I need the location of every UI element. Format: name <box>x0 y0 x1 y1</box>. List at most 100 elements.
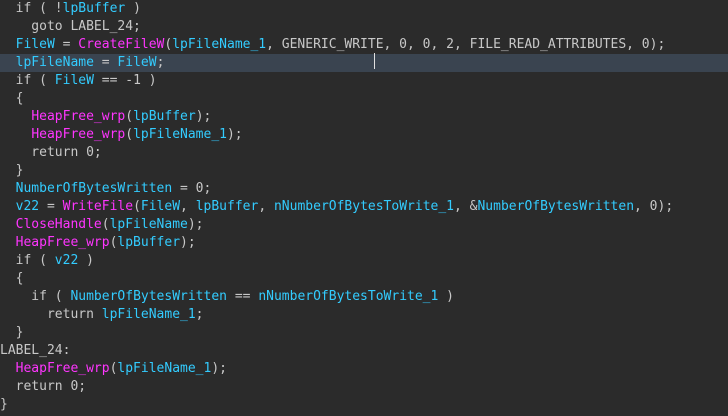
code-text: ( <box>125 127 134 142</box>
identifier-token: lpFileName_1 <box>172 37 267 52</box>
code-text: return <box>0 307 102 322</box>
code-line[interactable]: CloseHandle(lpFileName); <box>0 216 728 234</box>
function-token: CreateFileW <box>78 37 165 52</box>
code-text: if ( <box>0 73 55 88</box>
code-text: ); <box>211 361 227 376</box>
code-line[interactable]: { <box>0 270 728 288</box>
identifier-token: v22 <box>15 199 40 214</box>
identifier-token: lpBuffer <box>62 1 126 16</box>
code-text: if ( <box>0 253 55 268</box>
code-line[interactable]: HeapFree_wrp(lpFileName_1); <box>0 126 728 144</box>
function-token: HeapFree_wrp <box>31 127 126 142</box>
code-text: return 0; <box>0 379 87 394</box>
code-text: ) <box>125 1 141 16</box>
code-text: ); <box>180 235 196 250</box>
code-text: } <box>0 163 24 178</box>
code-text: } <box>0 325 24 340</box>
code-line[interactable]: if ( v22 ) <box>0 252 728 270</box>
identifier-token: NumberOfBytesWritten <box>15 181 173 196</box>
function-token: HeapFree_wrp <box>15 361 110 376</box>
code-text: , & <box>454 199 478 214</box>
identifier-token: lpFileName <box>109 217 188 232</box>
identifier-token: NumberOfBytesWritten <box>70 289 227 304</box>
identifier-token: FileW <box>15 37 55 52</box>
identifier-token: lpFileName <box>15 55 94 70</box>
code-editor[interactable]: if ( !lpBuffer ) goto LABEL_24; FileW = … <box>0 0 728 416</box>
code-line[interactable]: if ( !lpBuffer ) <box>0 0 728 18</box>
identifier-token: nNumberOfBytesToWrite_1 <box>258 289 439 304</box>
code-text: ) <box>78 253 94 268</box>
code-text: = <box>93 55 118 70</box>
code-text: ( <box>133 199 141 214</box>
code-text: ); <box>187 217 204 232</box>
code-text: , GENERIC_WRITE, 0, 0, 2, FILE_READ_ATTR… <box>266 37 666 52</box>
identifier-token: nNumberOfBytesToWrite_1 <box>273 199 454 214</box>
identifier-token: lpFileName_1 <box>101 307 196 322</box>
code-text: if ( ! <box>0 1 63 16</box>
code-text: , <box>180 199 196 214</box>
code-line[interactable]: LABEL_24: <box>0 342 728 360</box>
code-text: , 0); <box>634 199 674 214</box>
code-line[interactable]: FileW = CreateFileW(lpFileName_1, GENERI… <box>0 36 728 54</box>
code-text: ) <box>438 289 454 304</box>
identifier-token: lpBuffer <box>195 199 259 214</box>
code-line[interactable]: lpFileName = FileW; <box>0 54 728 72</box>
code-text: == <box>227 289 259 304</box>
identifier-token: FileW <box>54 73 94 88</box>
code-line[interactable]: } <box>0 162 728 180</box>
code-text: ( <box>101 217 110 232</box>
function-token: HeapFree_wrp <box>31 109 126 124</box>
code-line[interactable]: { <box>0 90 728 108</box>
code-line[interactable]: goto LABEL_24; <box>0 18 728 36</box>
code-line[interactable]: v22 = WriteFile(FileW, lpBuffer, nNumber… <box>0 198 728 216</box>
code-line[interactable]: HeapFree_wrp(lpFileName_1); <box>0 360 728 378</box>
code-line[interactable]: } <box>0 396 728 414</box>
identifier-token: lpBuffer <box>133 109 196 124</box>
code-line[interactable]: if ( FileW == -1 ) <box>0 72 728 90</box>
code-text: ( <box>125 109 134 124</box>
code-text: = <box>54 37 79 52</box>
code-line[interactable]: NumberOfBytesWritten = 0; <box>0 180 728 198</box>
code-line[interactable]: if ( NumberOfBytesWritten == nNumberOfBy… <box>0 288 728 306</box>
code-text: = 0; <box>172 181 212 196</box>
identifier-token: lpFileName_1 <box>117 361 212 376</box>
code-text: { <box>0 271 24 286</box>
code-line[interactable]: HeapFree_wrp(lpBuffer); <box>0 234 728 252</box>
identifier-token: FileW <box>140 199 181 214</box>
code-text: ; <box>156 55 165 70</box>
code-text: if ( <box>0 289 71 304</box>
function-token: HeapFree_wrp <box>15 235 110 250</box>
identifier-token: NumberOfBytesWritten <box>477 199 635 214</box>
code-text: return 0; <box>0 145 102 160</box>
identifier-token: lpFileName_1 <box>133 127 227 142</box>
code-line[interactable]: } <box>0 324 728 342</box>
text-cursor <box>374 53 375 69</box>
code-text: ); <box>195 109 212 124</box>
code-line[interactable]: return 0; <box>0 144 728 162</box>
code-line[interactable]: return lpFileName_1; <box>0 306 728 324</box>
code-text: == -1 ) <box>93 73 157 88</box>
code-text: LABEL_24: <box>0 343 71 358</box>
code-line[interactable]: return 0; <box>0 378 728 396</box>
code-text: ); <box>226 127 243 142</box>
identifier-token: lpBuffer <box>117 235 181 250</box>
code-text: ; <box>195 307 204 322</box>
identifier-token: v22 <box>54 253 79 268</box>
code-text: goto LABEL_24; <box>0 19 141 34</box>
function-token: WriteFile <box>62 199 134 214</box>
code-text: } <box>0 397 8 412</box>
code-text: { <box>0 91 24 106</box>
code-line[interactable]: HeapFree_wrp(lpBuffer); <box>0 108 728 126</box>
code-text: , <box>258 199 274 214</box>
function-token: CloseHandle <box>15 217 102 232</box>
identifier-token: FileW <box>117 55 157 70</box>
